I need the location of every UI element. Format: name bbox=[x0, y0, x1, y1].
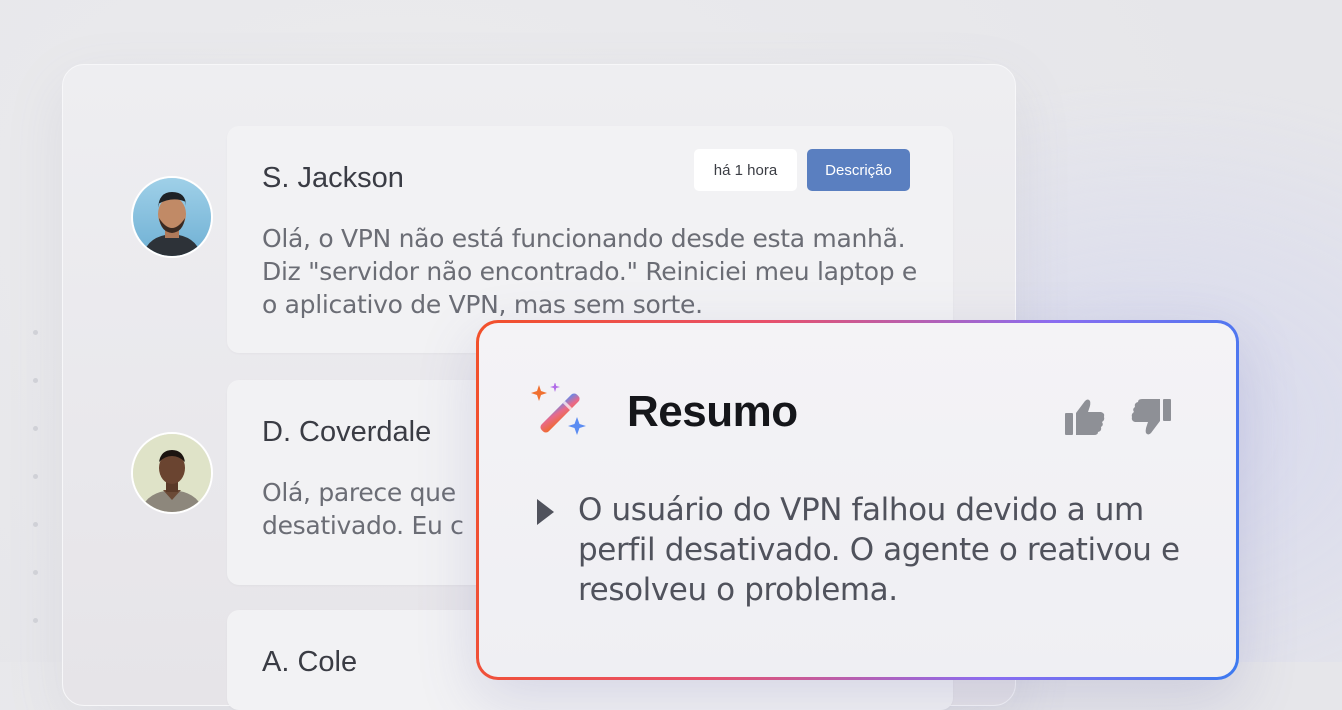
thumbs-down-icon[interactable] bbox=[1129, 395, 1173, 439]
thumbs-up-icon[interactable] bbox=[1063, 395, 1107, 439]
avatar bbox=[131, 432, 213, 514]
ticket-card[interactable]: S. Jackson há 1 hora Descrição Olá, o VP… bbox=[227, 126, 953, 353]
caret-right-icon bbox=[537, 499, 554, 525]
summary-text: O usuário do VPN falhou devido a um perf… bbox=[578, 492, 1180, 608]
description-button[interactable]: Descrição bbox=[807, 149, 910, 191]
summary-card: Resumo O usuário do VPN falhou devido a … bbox=[476, 320, 1239, 680]
ticket-author: S. Jackson bbox=[262, 162, 404, 194]
avatar bbox=[131, 176, 213, 258]
ticket-author: A. Cole bbox=[262, 646, 358, 678]
ticket-author: D. Coverdale bbox=[262, 416, 432, 448]
ticket-time-badge: há 1 hora bbox=[694, 149, 797, 191]
summary-title: Resumo bbox=[627, 387, 798, 436]
magic-wand-sparkles-icon bbox=[531, 383, 586, 435]
ticket-message: Olá, o VPN não está funcionando desde es… bbox=[262, 224, 917, 319]
